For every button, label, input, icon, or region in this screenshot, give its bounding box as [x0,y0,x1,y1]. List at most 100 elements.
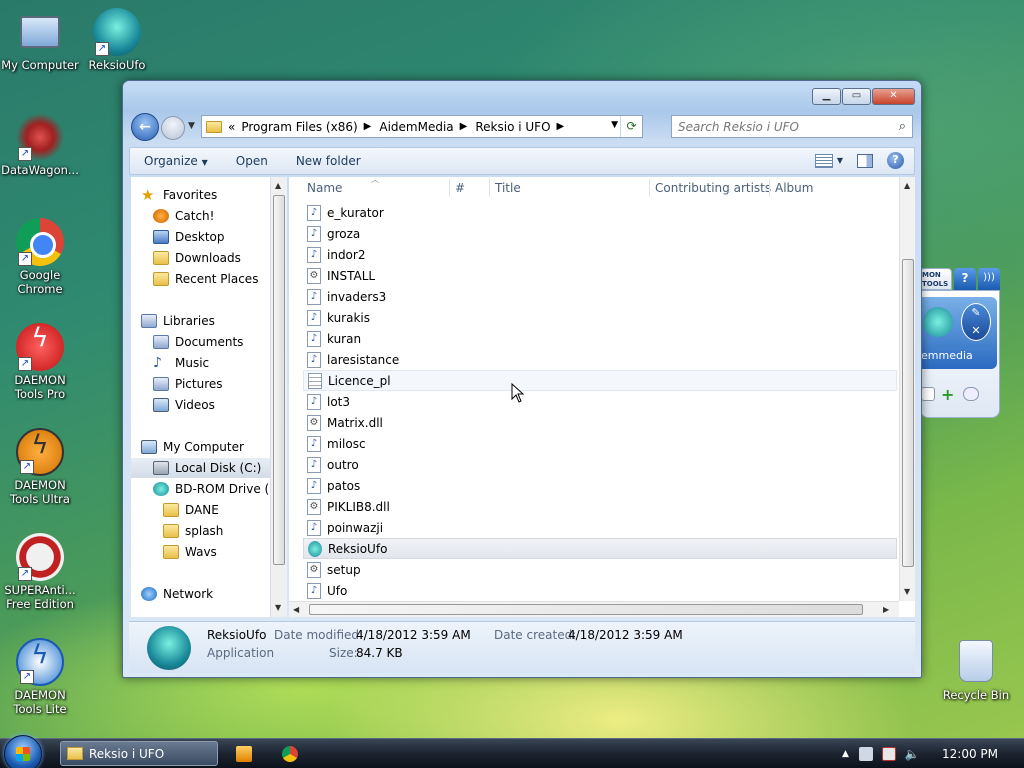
file-row[interactable]: ♪ e_kurator [303,202,897,223]
nav-item-splash[interactable]: splash [163,521,223,541]
scrollbar-thumb[interactable] [273,195,285,565]
recent-pages-dropdown-icon[interactable]: ▼ [188,121,195,131]
taskbar-button-reksio-i-ufo[interactable]: Reksio i UFO [60,741,218,766]
start-button[interactable] [4,735,42,768]
organize-button[interactable]: Organize ▼ [130,154,222,168]
clock[interactable]: 12:00 PM [942,747,998,761]
breadcrumb-aidemmedia[interactable]: AidemMedia [379,120,453,134]
file-row[interactable]: ⚙ Matrix.dll [303,412,897,433]
nav-item-downloads[interactable]: Downloads [153,248,241,268]
gadget-add-icon[interactable]: + [941,385,954,404]
gadget-tools-icon[interactable]: ✎ ✕ [961,303,991,341]
daemon-tools-gadget[interactable]: MON TOOLS ? ))) ✎ ✕ emmedia + [920,268,1000,418]
file-row[interactable]: ⚙ INSTALL [303,265,897,286]
file-row[interactable]: ♪ indor2 [303,244,897,265]
view-dropdown-icon[interactable]: ▼ [837,156,843,165]
audio-file-icon: ♪ [307,393,321,410]
action-center-icon[interactable] [881,747,896,761]
column-header-album[interactable]: Album [775,177,813,199]
desktop-icon-reksioufo[interactable]: ↗ ReksioUfo [77,8,157,72]
file-row[interactable]: ⚙ setup [303,559,897,580]
file-row[interactable]: ♪ Ufo [303,580,897,601]
file-row[interactable]: ♪ laresistance [303,349,897,370]
desktop-icon-my-computer[interactable]: My Computer [0,8,80,72]
nav-item-my-computer[interactable]: My Computer [141,437,244,457]
nav-item-favorites[interactable]: ★ Favorites [141,185,217,205]
desktop-icon-daemon-tools-pro[interactable]: ϟ ↗ DAEMON Tools Pro [0,323,80,401]
breadcrumb-chevron-icon[interactable]: ▶ [364,121,372,132]
folder-icon [163,545,179,559]
scrollbar-thumb[interactable] [309,604,863,615]
file-row[interactable]: ♪ kuran [303,328,897,349]
address-dropdown-icon[interactable]: ▼ [611,120,618,130]
file-row[interactable]: ♪ groza [303,223,897,244]
breadcrumb-reksio-i-ufo[interactable]: Reksio i UFO [475,120,550,134]
breadcrumb-chevron-icon[interactable]: ▶ [557,121,565,132]
nav-item-libraries[interactable]: Libraries [141,311,215,331]
minimize-button[interactable]: ▁ [812,88,841,105]
file-row[interactable]: ♪ outro [303,454,897,475]
file-row-selected[interactable]: ReksioUfo [303,538,897,559]
show-hidden-icons-icon[interactable]: ▲ [842,749,849,759]
breadcrumb-overflow[interactable]: « [228,120,235,134]
breadcrumb-program-files[interactable]: Program Files (x86) [241,120,357,134]
nav-item-local-disk-c[interactable]: Local Disk (C:) [131,458,278,478]
scrollbar-thumb[interactable] [902,259,914,567]
address-bar[interactable]: « Program Files (x86) ▶ AidemMedia ▶ Rek… [201,115,643,138]
nav-item-network[interactable]: Network [141,584,213,604]
change-view-icon[interactable] [814,153,833,168]
column-header-contributing-artists[interactable]: Contributing artists [655,177,771,199]
column-header-number[interactable]: # [455,177,465,199]
breadcrumb-chevron-icon[interactable]: ▶ [460,121,468,132]
desktop-icon-datawagon[interactable]: ↗ DataWagon... [0,113,80,177]
file-row[interactable]: ♪ invaders3 [303,286,897,307]
desktop-icon-superantispyware[interactable]: ↗ SUPERAnti... Free Edition [0,533,80,611]
media-player-icon[interactable] [236,746,252,762]
close-button[interactable]: ✕ [872,88,915,105]
file-list-vertical-scrollbar[interactable]: ▲ ▼ [899,177,915,601]
network-tray-icon[interactable] [858,747,873,761]
nav-item-documents[interactable]: Documents [153,332,243,352]
nav-item-dane[interactable]: DANE [163,500,219,520]
file-row[interactable]: ♪ poinwazji [303,517,897,538]
maximize-button[interactable]: ▭ [842,88,871,105]
navigation-pane-scrollbar[interactable]: ▲ ▼ [270,177,287,617]
gadget-rss-icon[interactable]: ))) [978,268,1000,290]
new-folder-button[interactable]: New folder [282,154,375,168]
help-icon[interactable]: ? [887,152,904,169]
file-row[interactable]: ♪ milosc [303,433,897,454]
back-button[interactable]: ← [131,113,159,141]
refresh-icon[interactable]: ⟳ [620,116,642,137]
file-row[interactable]: Licence_pl [303,370,897,391]
gadget-disk-card[interactable]: ✎ ✕ emmedia [921,297,997,369]
nav-item-desktop[interactable]: Desktop [153,227,225,247]
nav-item-wavs[interactable]: Wavs [163,542,217,562]
search-input[interactable]: Search Reksio i UFO ⌕ [671,115,913,138]
desktop-icon-recycle-bin[interactable]: Recycle Bin [936,638,1016,702]
search-icon[interactable]: ⌕ [899,119,906,134]
nav-item-bd-rom-drive[interactable]: BD-ROM Drive (E [153,479,277,499]
gadget-eject-icon[interactable] [921,387,935,401]
open-button[interactable]: Open [222,154,282,168]
nav-item-music[interactable]: ♪ Music [153,353,209,373]
volume-icon[interactable]: 🔈 [905,747,920,761]
file-row[interactable]: ⚙ PIKLIB8.dll [303,496,897,517]
nav-item-recent-places[interactable]: Recent Places [153,269,258,289]
forward-button[interactable] [161,116,185,140]
file-row[interactable]: ♪ lot3 [303,391,897,412]
column-header-name[interactable]: Name [307,177,342,199]
file-row[interactable]: ♪ patos [303,475,897,496]
desktop-icon-google-chrome[interactable]: ↗ Google Chrome [0,218,80,296]
gadget-lock-icon[interactable] [963,387,979,401]
desktop-icon-daemon-tools-lite[interactable]: ϟ ↗ DAEMON Tools Lite [0,638,80,716]
nav-item-pictures[interactable]: Pictures [153,374,223,394]
file-list-horizontal-scrollbar[interactable]: ◀ ▶ [289,601,899,617]
file-row[interactable]: ♪ kurakis [303,307,897,328]
column-header-title[interactable]: Title [495,177,521,199]
desktop-icon-daemon-tools-ultra[interactable]: ϟ ↗ DAEMON Tools Ultra [0,428,80,506]
preview-pane-icon[interactable] [857,153,873,168]
gadget-help-icon[interactable]: ? [954,268,976,290]
chrome-icon[interactable] [282,746,298,762]
nav-item-videos[interactable]: Videos [153,395,215,415]
nav-item-catch[interactable]: Catch! [153,206,214,226]
